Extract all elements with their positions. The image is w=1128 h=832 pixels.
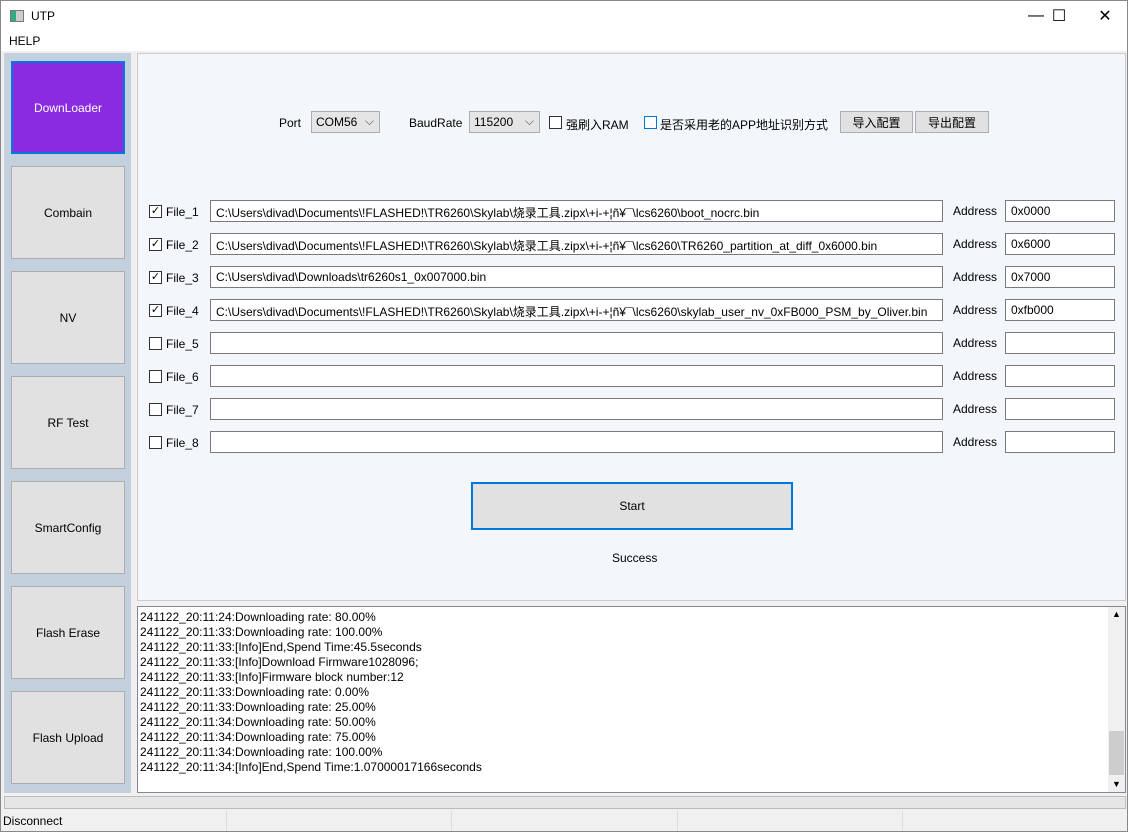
log-line: 241122_20:11:34:[Info]End,Spend Time:1.0… [140, 760, 482, 774]
port-value: COM56 [316, 115, 358, 129]
address-label: Address [953, 402, 998, 416]
scroll-thumb[interactable] [1109, 731, 1124, 775]
file-label: File_7 [166, 403, 199, 417]
address-input[interactable]: 0x0000 [1005, 200, 1115, 222]
file-path-input[interactable]: C:\Users\divad\Documents\!FLASHED!\TR626… [210, 200, 943, 222]
force-ram-label: 强刷入RAM [566, 118, 629, 132]
log-line: 241122_20:11:33:Downloading rate: 0.00% [140, 685, 370, 699]
file-checkbox[interactable] [149, 337, 162, 350]
status-panel [678, 811, 903, 831]
window-title: UTP [31, 9, 55, 23]
address-input[interactable] [1005, 431, 1115, 453]
chevron-down-icon: ⌵ [364, 114, 374, 128]
menu-bar: HELP [1, 31, 1127, 51]
file-label: File_5 [166, 337, 199, 351]
log-line: 241122_20:11:33:[Info]End,Spend Time:45.… [140, 640, 422, 654]
file-checkbox[interactable]: ✓ [149, 304, 162, 317]
address-input[interactable]: 0x6000 [1005, 233, 1115, 255]
sidebar-item-flash-upload[interactable]: Flash Upload [11, 691, 125, 784]
sidebar-item-flash-erase[interactable]: Flash Erase [11, 586, 125, 679]
sidebar-item-downloader[interactable]: DownLoader [11, 61, 125, 154]
sidebar: DownLoader Combain NV RF Test SmartConfig Fla… [4, 53, 131, 793]
sidebar-item-nv[interactable]: NV [11, 271, 125, 364]
log-lines: 241122_20:11:24:Downloading rate: 80.00%… [140, 610, 482, 775]
file-checkbox[interactable]: ✓ [149, 238, 162, 251]
status-panel [452, 811, 678, 831]
maximize-button[interactable]: ☐ [1036, 1, 1082, 31]
log-line: 241122_20:11:33:[Info]Download Firmware1… [140, 655, 419, 669]
file-label: File_1 [166, 205, 199, 219]
baudrate-value: 115200 [474, 115, 514, 129]
import-config-button[interactable]: 导入配置 [840, 111, 913, 133]
force-ram-checkbox[interactable] [549, 116, 562, 129]
app-icon [10, 10, 24, 22]
export-config-button[interactable]: 导出配置 [915, 111, 989, 133]
log-line: 241122_20:11:34:Downloading rate: 100.00… [140, 745, 383, 759]
file-path-input[interactable]: C:\Users\divad\Documents\!FLASHED!\TR626… [210, 233, 943, 255]
scroll-up-icon[interactable]: ▲ [1112, 609, 1121, 619]
address-input[interactable]: 0xfb000 [1005, 299, 1115, 321]
sidebar-item-rf-test[interactable]: RF Test [11, 376, 125, 469]
baudrate-select[interactable]: 115200 ⌵ [469, 111, 540, 133]
address-input[interactable] [1005, 332, 1115, 354]
address-label: Address [953, 237, 998, 251]
file-path-input[interactable] [210, 332, 943, 354]
file-path-input[interactable] [210, 398, 943, 420]
scroll-down-icon[interactable]: ▼ [1112, 779, 1121, 789]
address-label: Address [953, 369, 998, 383]
status-panel [227, 811, 452, 831]
old-app-address-checkbox[interactable] [644, 116, 657, 129]
file-label: File_4 [166, 304, 199, 318]
sidebar-item-combain[interactable]: Combain [11, 166, 125, 259]
sidebar-item-smartconfig[interactable]: SmartConfig [11, 481, 125, 574]
log-output[interactable]: 241122_20:11:24:Downloading rate: 80.00%… [137, 606, 1126, 793]
log-line: 241122_20:11:33:[Info]Firmware block num… [140, 670, 404, 684]
file-path-input[interactable] [210, 365, 943, 387]
file-checkbox[interactable] [149, 436, 162, 449]
address-label: Address [953, 435, 998, 449]
file-label: File_2 [166, 238, 199, 252]
log-line: 241122_20:11:24:Downloading rate: 80.00% [140, 610, 376, 624]
file-path-input[interactable]: C:\Users\divad\Downloads\tr6260s1_0x0070… [210, 266, 943, 288]
address-label: Address [953, 303, 998, 317]
menu-help[interactable]: HELP [9, 34, 40, 48]
file-checkbox[interactable]: ✓ [149, 205, 162, 218]
status-bar: Disconnect [1, 811, 1127, 831]
log-line: 241122_20:11:34:Downloading rate: 75.00% [140, 730, 376, 744]
port-select[interactable]: COM56 ⌵ [311, 111, 380, 133]
file-checkbox[interactable] [149, 370, 162, 383]
port-label: Port [279, 116, 302, 130]
old-app-address-label: 是否采用老的APP地址识别方式 [660, 118, 829, 132]
address-label: Address [953, 204, 998, 218]
address-input[interactable] [1005, 365, 1115, 387]
file-label: File_6 [166, 370, 199, 384]
start-button[interactable]: Start [471, 482, 793, 530]
file-path-input[interactable] [210, 431, 943, 453]
file-path-input[interactable]: C:\Users\divad\Documents\!FLASHED!\TR626… [210, 299, 943, 321]
progress-bar [4, 796, 1126, 809]
title-bar: UTP — ☐ ✕ [1, 1, 1127, 31]
result-status: Success [612, 551, 658, 565]
file-checkbox[interactable] [149, 403, 162, 416]
address-input[interactable]: 0x7000 [1005, 266, 1115, 288]
file-label: File_3 [166, 271, 199, 285]
close-button[interactable]: ✕ [1082, 1, 1128, 31]
file-checkbox[interactable]: ✓ [149, 271, 162, 284]
downloader-panel: Port COM56 ⌵ BaudRate 115200 ⌵ 强刷入RAM 是否采用… [137, 53, 1126, 601]
address-label: Address [953, 336, 998, 350]
log-scrollbar[interactable]: ▲ ▼ [1108, 607, 1125, 792]
log-line: 241122_20:11:34:Downloading rate: 50.00% [140, 715, 376, 729]
log-line: 241122_20:11:33:Downloading rate: 100.00… [140, 625, 383, 639]
connection-status: Disconnect [1, 811, 227, 831]
log-line: 241122_20:11:33:Downloading rate: 25.00% [140, 700, 376, 714]
baudrate-label: BaudRate [409, 116, 463, 130]
address-label: Address [953, 270, 998, 284]
chevron-down-icon: ⌵ [524, 114, 534, 128]
address-input[interactable] [1005, 398, 1115, 420]
file-label: File_8 [166, 436, 199, 450]
